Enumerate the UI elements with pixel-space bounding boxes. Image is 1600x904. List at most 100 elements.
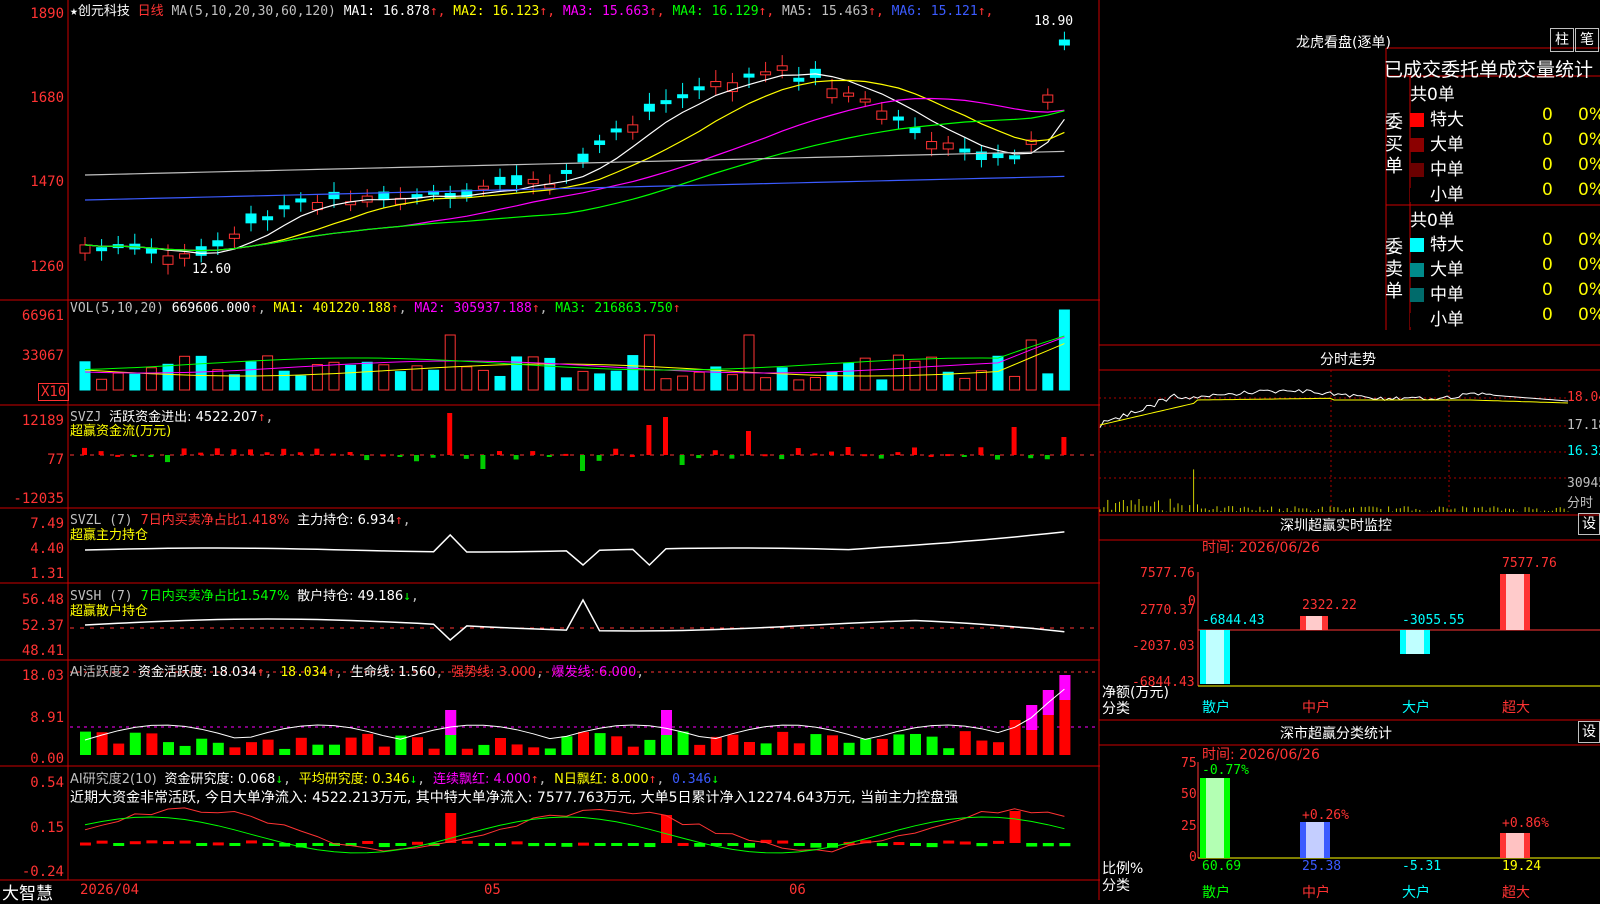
sell-side-label: 委卖单 (1385, 237, 1403, 302)
ai2-bar (262, 843, 274, 846)
svsh-line (84, 598, 1065, 642)
sell-rows-row-1: 大单 0 0% (1410, 255, 1600, 280)
ai1-bar (594, 733, 606, 755)
candle-body (876, 110, 888, 120)
row-name: 小单 (1430, 310, 1464, 330)
tick-mode-button[interactable]: 笔 (1575, 28, 1599, 52)
svzj-bar (795, 448, 801, 455)
volume-bar (577, 370, 589, 391)
svzl-axis-2: 4.40 (30, 541, 64, 557)
svzj-bar (98, 451, 104, 455)
ai1-bar (378, 746, 390, 755)
volume-bar (1058, 309, 1070, 391)
row-percent: 0% (1578, 180, 1600, 200)
ai2-bar (544, 843, 556, 846)
ai1-label2: 18.034 (280, 665, 328, 680)
ai1-label4: 强势线: 3.000 (451, 665, 536, 680)
ai2-bar (212, 842, 224, 846)
svzl-axis-3: 1.31 (30, 566, 64, 582)
color-swatch (1410, 288, 1424, 302)
candle-body (743, 73, 755, 78)
intraday-avg-line (1099, 397, 1569, 426)
ai2-bar (793, 843, 805, 846)
ai1-label3: 生命线: 1.560 (350, 665, 436, 680)
volume-bar (859, 357, 871, 391)
svzj-bar (762, 454, 768, 457)
vol-title-bar: VOL(5,10,20) 669606.000↑, MA1: 401220.18… (70, 301, 681, 316)
volume-bar (760, 377, 772, 391)
bar-mode-button[interactable]: 柱 (1550, 28, 1574, 52)
vol-unit-button[interactable]: X10 (38, 383, 70, 401)
period-label[interactable]: 日线 (138, 4, 164, 19)
ai1-bar (528, 747, 540, 755)
svzj-bar (712, 450, 718, 455)
chart-canvas[interactable] (0, 0, 1600, 900)
ai1-bar (943, 748, 955, 755)
candle-body (793, 77, 805, 82)
high-price-label: 18.90 (1034, 14, 1074, 29)
ai1-title: AI活跃度2 (70, 665, 130, 680)
color-swatch (1410, 263, 1424, 277)
star-icon: ★ (70, 4, 78, 19)
monitor-bar-shine (1206, 630, 1224, 684)
ai2-label4: N日飘红: 8.000 (554, 772, 649, 787)
svzj-bar (181, 448, 187, 455)
buy-rows-row-2: 中单 0 0% (1410, 155, 1600, 180)
ai2-axis-3: -0.24 (21, 864, 64, 880)
ai2-bar (943, 840, 955, 844)
ai1-bar (246, 742, 257, 755)
ai1-bar-top (445, 710, 457, 735)
candle-body (1058, 39, 1070, 46)
svzj-bar (165, 455, 170, 463)
volume-bar (477, 369, 489, 391)
ai2-bar (578, 842, 589, 846)
volume-bar (809, 377, 821, 391)
ai2-bar (461, 840, 473, 844)
ma-line-5 (84, 150, 1065, 176)
ai2-bar (495, 843, 506, 846)
monitor-val-3: 7577.76 (1502, 556, 1557, 571)
ai1-bar (793, 743, 805, 755)
ai2-bar (80, 842, 91, 846)
sell-rows-row-3: 小单 0 0% (1410, 305, 1600, 330)
class-title: 深市超赢分类统计 (1280, 726, 1392, 742)
ai1-bar (262, 739, 274, 755)
ai2-bar (96, 840, 108, 844)
volume-bar (378, 364, 390, 391)
ai1-bar (295, 737, 307, 755)
sell-total: 共0单 (1410, 211, 1455, 231)
ai1-bar (827, 735, 838, 755)
class-bar-shine (1206, 778, 1224, 858)
svzj-bar (646, 425, 652, 455)
candle-body (643, 103, 655, 112)
volume-bar (610, 370, 622, 391)
row-name: 中单 (1430, 285, 1464, 305)
intraday-unit: 分时 (1567, 496, 1594, 511)
class-axis-1: 75 (1181, 756, 1197, 771)
ai2-bar (661, 815, 672, 843)
ai1-bar (163, 742, 174, 755)
monitor-val-0: -6844.43 (1202, 613, 1265, 628)
candle-body (710, 81, 722, 88)
candle-body (162, 255, 174, 265)
class-settings-button[interactable]: 设 (1578, 721, 1600, 743)
sell-rows-row-0: 特大 0 0% (1410, 230, 1600, 255)
svzj-bar (248, 449, 253, 455)
buy-total: 共0单 (1410, 85, 1455, 105)
candle-body (660, 100, 672, 105)
volume-bar (461, 366, 473, 391)
row-percent: 0% (1578, 130, 1600, 150)
candle-body (892, 116, 904, 121)
monitor-settings-button[interactable]: 设 (1578, 513, 1600, 535)
ma-value-3: MA3: 15.663 (555, 4, 649, 19)
class-cat-0: 散户 (1202, 885, 1230, 901)
class-bottom-2: -5.31 (1402, 859, 1442, 874)
svzj-bar (281, 448, 287, 455)
ai2-bar (611, 843, 623, 846)
candle-body (926, 141, 938, 150)
row-percent: 0% (1578, 230, 1600, 250)
svsh-axis-2: 52.37 (21, 618, 64, 634)
class-time: 时间: 2026/06/26 (1202, 747, 1320, 763)
ai1-axis-1: 18.03 (21, 668, 64, 684)
stock-name[interactable]: 创元科技 (78, 4, 130, 19)
